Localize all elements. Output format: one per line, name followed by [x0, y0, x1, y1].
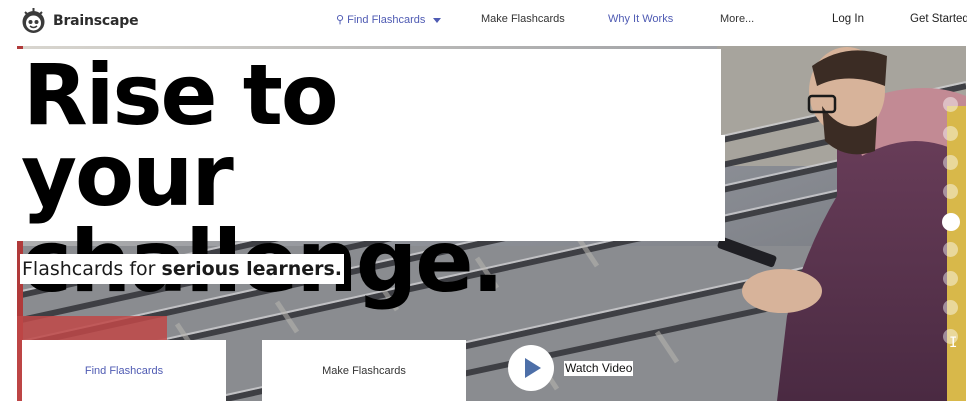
get-started-link[interactable]: Get Started — [910, 13, 967, 25]
brand-logo[interactable]: Brainscape — [20, 7, 139, 34]
brain-mascot-icon — [22, 8, 45, 33]
hero-headline-line-2: your challenge. — [17, 133, 725, 305]
slide-dot[interactable] — [943, 97, 958, 112]
top-navigation: Brainscape ⚲ Find Flashcards Make Flashc… — [0, 0, 967, 42]
find-flashcards-button[interactable]: Find Flashcards — [22, 340, 226, 401]
hero-subheading: Flashcards for serious learners. — [20, 254, 345, 284]
slide-dot[interactable] — [943, 300, 958, 315]
watch-video-label: Watch Video — [564, 360, 634, 376]
nav-make-flashcards[interactable]: Make Flashcards — [481, 13, 565, 25]
slide-dot[interactable] — [943, 271, 958, 286]
slide-dot[interactable] — [943, 155, 958, 170]
text-cursor-icon: I — [949, 335, 958, 351]
login-link[interactable]: Log In — [832, 13, 864, 25]
play-icon[interactable] — [508, 345, 554, 391]
nav-find-flashcards[interactable]: ⚲ Find Flashcards — [336, 13, 442, 26]
nav-find-label: Find Flashcards — [347, 14, 426, 26]
search-icon: ⚲ — [336, 14, 345, 26]
slide-dot[interactable] — [943, 242, 958, 257]
slide-dot-active[interactable] — [942, 213, 960, 231]
slide-dot[interactable] — [943, 184, 958, 199]
nav-more[interactable]: More... — [720, 13, 754, 25]
slide-dot[interactable] — [943, 126, 958, 141]
brand-name: Brainscape — [53, 12, 139, 29]
watch-video-button[interactable]: Watch Video — [508, 345, 634, 391]
hero-headline-line-1: Rise to — [17, 49, 721, 137]
chevron-down-icon — [433, 17, 442, 23]
make-flashcards-button[interactable]: Make Flashcards — [262, 340, 466, 401]
nav-why-it-works[interactable]: Why It Works — [608, 13, 673, 25]
